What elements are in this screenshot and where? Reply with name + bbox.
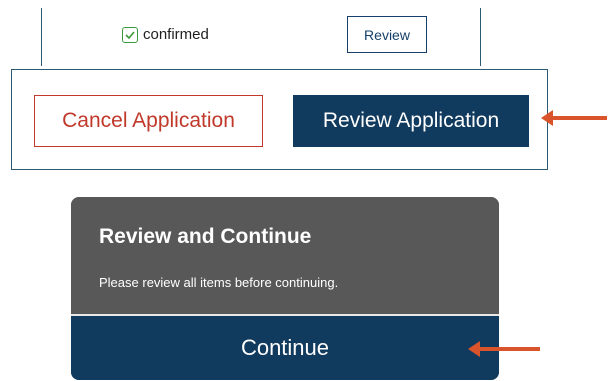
- card-title: Review and Continue: [99, 225, 312, 248]
- review-button[interactable]: Review: [347, 16, 427, 53]
- application-actions-panel: Cancel Application Review Application: [11, 69, 548, 170]
- status-strip: confirmed Review: [41, 8, 481, 66]
- status-badge: confirmed: [122, 26, 209, 43]
- left-arrow-icon: [541, 110, 607, 126]
- card-message: Please review all items before continuin…: [99, 275, 339, 290]
- review-application-button[interactable]: Review Application: [293, 95, 529, 147]
- cancel-application-button[interactable]: Cancel Application: [34, 95, 263, 147]
- review-continue-card: Review and Continue Please review all it…: [71, 197, 499, 380]
- continue-button[interactable]: Continue: [71, 316, 499, 380]
- checkbox-check-icon: [122, 26, 138, 43]
- card-header: Review and Continue Please review all it…: [71, 197, 499, 314]
- status-label: confirmed: [143, 26, 209, 43]
- left-arrow-icon: [468, 341, 540, 357]
